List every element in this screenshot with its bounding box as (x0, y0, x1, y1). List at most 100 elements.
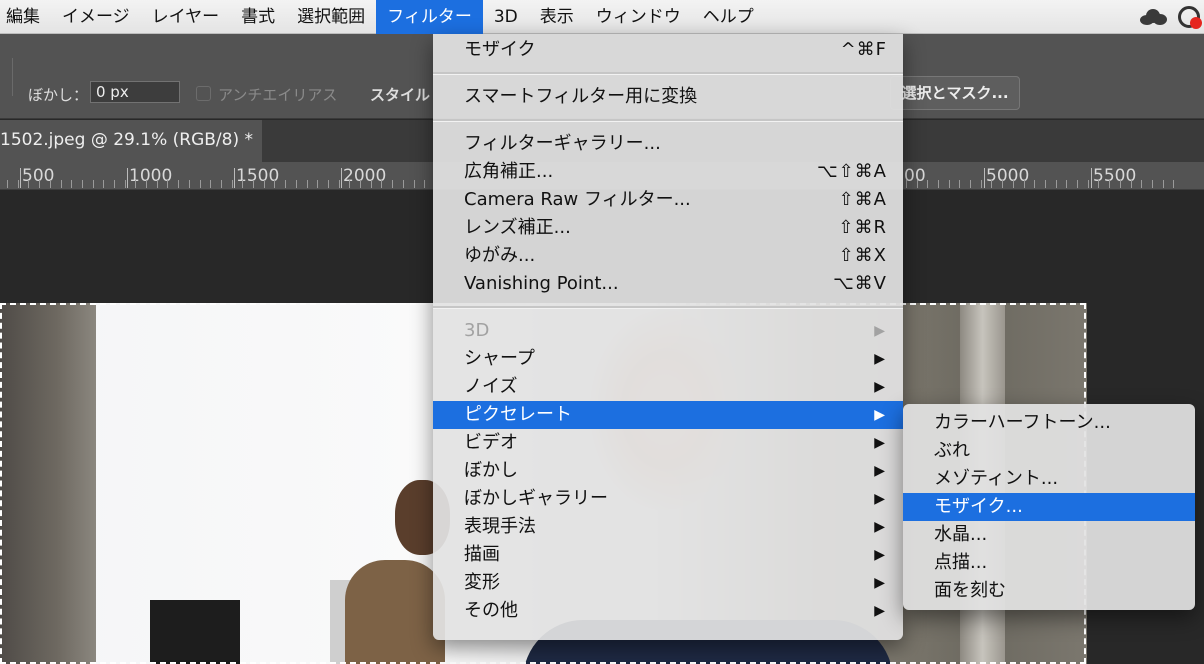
ruler-major-tick (984, 168, 985, 188)
ruler-minor-tick (1088, 180, 1089, 188)
ruler-major-tick (20, 168, 21, 188)
menu-item-camera-raw[interactable]: Camera Raw フィルター... ⇧⌘A (433, 186, 903, 214)
creative-cloud-status-icon[interactable] (1138, 9, 1168, 25)
menu-shortcut: ⌥⇧⌘A (816, 161, 887, 182)
submenu-item-color-halftone[interactable]: カラーハーフトーン... (903, 409, 1195, 437)
menu-item-label: 広角補正... (464, 161, 554, 182)
pixelate-submenu: カラーハーフトーン... ぶれ メゾティント... モザイク... 水晶... … (903, 404, 1195, 610)
submenu-arrow-icon: ▶ (874, 407, 885, 423)
image-person-body (345, 560, 445, 664)
filter-menu: モザイク ^⌘F スマートフィルター用に変換 フィルターギャラリー... 広角補… (433, 34, 903, 640)
ruler-minor-tick (232, 180, 233, 188)
menu-view[interactable]: 表示 (529, 0, 585, 34)
menu-layer[interactable]: レイヤー (141, 0, 231, 34)
ruler-minor-tick (93, 180, 94, 188)
menu-item-other[interactable]: その他 ▶ (433, 597, 903, 625)
menu-item-noise[interactable]: ノイズ ▶ (433, 373, 903, 401)
ruler-major-tick (127, 168, 128, 188)
submenu-item-mezzotint[interactable]: メゾティント... (903, 465, 1195, 493)
menu-filter[interactable]: フィルター (376, 0, 483, 34)
ruler-minor-tick (18, 180, 19, 188)
ruler-minor-tick (7, 180, 8, 188)
menu-shortcut: ⌥⌘V (832, 273, 887, 294)
menu-item-blur[interactable]: ぼかし ▶ (433, 457, 903, 485)
feather-input[interactable]: 0 px (90, 81, 180, 103)
ruler-minor-tick (339, 180, 340, 188)
ruler-minor-tick (125, 180, 126, 188)
submenu-arrow-icon: ▶ (874, 603, 885, 619)
ruler-minor-tick (253, 180, 254, 188)
ruler-minor-tick (381, 180, 382, 188)
menu-separator (433, 72, 903, 75)
ruler-minor-tick (1163, 180, 1164, 188)
menu-item-vanishing-point[interactable]: Vanishing Point... ⌥⌘V (433, 270, 903, 298)
menu-item-label: ゆがみ... (464, 245, 536, 266)
ruler-label: 5000 (986, 166, 1030, 186)
ruler-minor-tick (927, 180, 928, 188)
menu-shortcut: ⇧⌘X (838, 245, 887, 266)
ruler-minor-tick (349, 180, 350, 188)
menu-item-convert-smart-filter[interactable]: スマートフィルター用に変換 (433, 83, 903, 111)
style-label: スタイル (370, 86, 431, 104)
submenu-item-mosaic[interactable]: モザイク... (903, 493, 1195, 521)
menu-item-label: Vanishing Point... (464, 273, 619, 294)
ruler-minor-tick (146, 180, 147, 188)
menu-item-video[interactable]: ビデオ ▶ (433, 429, 903, 457)
submenu-item-crystallize[interactable]: 水晶... (903, 521, 1195, 549)
ruler-minor-tick (1002, 180, 1003, 188)
ruler-minor-tick (61, 180, 62, 188)
menu-select[interactable]: 選択範囲 (286, 0, 376, 34)
menu-item-render[interactable]: 描画 ▶ (433, 541, 903, 569)
submenu-arrow-icon: ▶ (874, 463, 885, 479)
document-tab[interactable]: 1502.jpeg @ 29.1% (RGB/8) * (0, 120, 262, 162)
ruler-minor-tick (1152, 180, 1153, 188)
submenu-arrow-icon: ▶ (874, 351, 885, 367)
ruler-minor-tick (71, 180, 72, 188)
ruler-minor-tick (1066, 180, 1067, 188)
submenu-arrow-icon: ▶ (874, 491, 885, 507)
menu-item-label: フィルターギャラリー... (464, 133, 661, 154)
submenu-item-fragment[interactable]: ぶれ (903, 437, 1195, 465)
submenu-arrow-icon: ▶ (874, 519, 885, 535)
ruler-minor-tick (1034, 180, 1035, 188)
ruler-minor-tick (317, 180, 318, 188)
image-pillar (0, 303, 96, 664)
menu-type[interactable]: 書式 (230, 0, 286, 34)
menu-item-blur-gallery[interactable]: ぼかしギャラリー ▶ (433, 485, 903, 513)
submenu-item-pointillize[interactable]: 点描... (903, 549, 1195, 577)
ruler-minor-tick (328, 180, 329, 188)
menu-shortcut: ⇧⌘R (838, 217, 887, 238)
menu-item-label: モザイク (464, 39, 536, 60)
menu-item-pixelate[interactable]: ピクセレート ▶ (433, 401, 903, 429)
menu-item-adaptive-wide-angle[interactable]: 広角補正... ⌥⇧⌘A (433, 158, 903, 186)
menu-item-sharpen[interactable]: シャープ ▶ (433, 345, 903, 373)
menu-item-stylize[interactable]: 表現手法 ▶ (433, 513, 903, 541)
ruler-minor-tick (414, 180, 415, 188)
antialias-label: アンチエイリアス (218, 86, 338, 104)
ruler-minor-tick (50, 180, 51, 188)
ruler-minor-tick (114, 180, 115, 188)
notification-dot (1190, 17, 1202, 29)
menu-window[interactable]: ウィンドウ (585, 0, 692, 34)
menu-shortcut: ^⌘F (840, 39, 887, 60)
menu-item-label: ノイズ (464, 376, 518, 397)
menu-item-lens-correction[interactable]: レンズ補正... ⇧⌘R (433, 214, 903, 242)
menu-item-distort[interactable]: 変形 ▶ (433, 569, 903, 597)
ruler-minor-tick (242, 180, 243, 188)
menu-help[interactable]: ヘルプ (692, 0, 765, 34)
ruler-minor-tick (1120, 180, 1121, 188)
menu-item-label: 描画 (464, 544, 500, 565)
menu-item-liquify[interactable]: ゆがみ... ⇧⌘X (433, 242, 903, 270)
menu-image[interactable]: イメージ (51, 0, 141, 34)
ruler-minor-tick (906, 180, 907, 188)
antialias-checkbox[interactable] (196, 86, 211, 101)
menu-3d[interactable]: 3D (483, 0, 529, 34)
adobe-cc-icon[interactable] (1178, 6, 1202, 29)
submenu-item-facet[interactable]: 面を刻む (903, 577, 1195, 605)
ruler-minor-tick (1077, 180, 1078, 188)
ruler-minor-tick (82, 180, 83, 188)
select-and-mask-button[interactable]: 選択とマスク... (890, 76, 1020, 110)
menu-item-last-filter[interactable]: モザイク ^⌘F (433, 36, 903, 64)
menu-item-filter-gallery[interactable]: フィルターギャラリー... (433, 130, 903, 158)
menu-edit[interactable]: 編集 (0, 0, 51, 34)
